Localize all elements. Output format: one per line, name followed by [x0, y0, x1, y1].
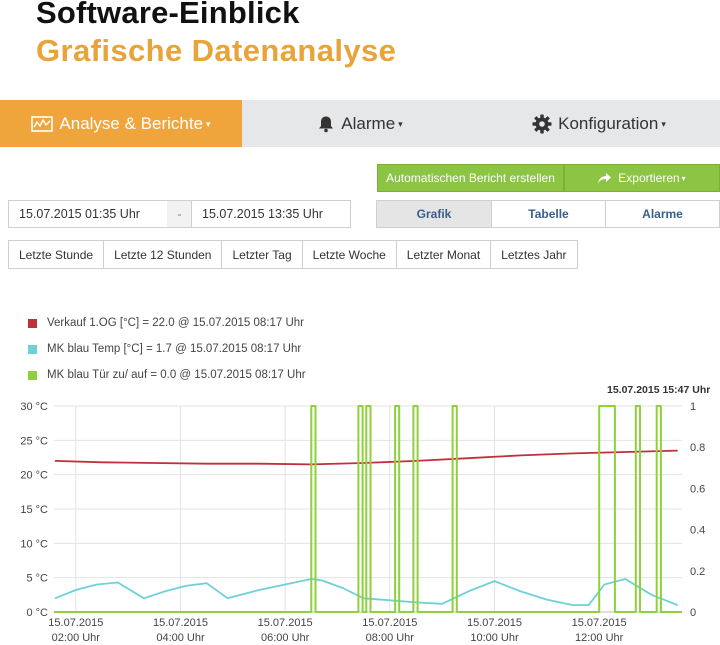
- y-right-tick-label: 0.6: [690, 483, 705, 495]
- auto-report-button[interactable]: Automatischen Bericht erstellen: [377, 164, 564, 192]
- range-letzte-12-stunden[interactable]: Letzte 12 Stunden: [103, 241, 222, 268]
- nav-analyse-berichte[interactable]: Analyse & Berichte ▾: [0, 100, 242, 147]
- legend-item[interactable]: MK blau Temp [°C] = 1.7 @ 15.07.2015 08:…: [28, 336, 306, 362]
- chevron-down-icon: ▾: [398, 119, 403, 129]
- range-letzte-woche[interactable]: Letzte Woche: [301, 241, 396, 268]
- chart-legend: Verkauf 1.OG [°C] = 22.0 @ 15.07.2015 08…: [28, 310, 306, 388]
- range-letzte-stunde[interactable]: Letzte Stunde: [9, 241, 104, 268]
- page-title: Software-Einblick: [36, 0, 300, 30]
- date-to-field[interactable]: 15.07.2015 13:35 Uhr: [191, 200, 351, 228]
- nav-alarme[interactable]: Alarme ▾: [242, 100, 478, 147]
- x-tick-date-label: 15.07.2015: [48, 617, 103, 629]
- x-tick-date-label: 15.07.2015: [572, 617, 627, 629]
- y-right-tick-label: 0: [690, 607, 696, 619]
- range-letzter-tag[interactable]: Letzter Tag: [221, 241, 302, 268]
- x-tick-date-label: 15.07.2015: [153, 617, 208, 629]
- y-left-tick-label: 15 °C: [20, 504, 48, 516]
- tab-alarme[interactable]: Alarme: [605, 201, 719, 227]
- y-right-tick-label: 0.8: [690, 442, 705, 454]
- chevron-down-icon: ▾: [661, 119, 666, 129]
- x-tick-time-label: 04:00 Uhr: [156, 632, 205, 644]
- export-button[interactable]: Exportieren ▾: [564, 164, 720, 192]
- legend-label: MK blau Temp [°C] = 1.7 @ 15.07.2015 08:…: [47, 343, 302, 355]
- legend-swatch: [28, 344, 37, 354]
- tab-tabelle[interactable]: Tabelle: [491, 201, 605, 227]
- page-subtitle: Grafische Datenanalyse: [36, 33, 397, 68]
- legend-item[interactable]: MK blau Tür zu/ auf = 0.0 @ 15.07.2015 0…: [28, 362, 306, 388]
- main-navbar: Analyse & Berichte ▾ Alarme ▾ Konfigurat…: [0, 100, 720, 147]
- range-letzter-monat[interactable]: Letzter Monat: [395, 241, 491, 268]
- x-tick-date-label: 15.07.2015: [258, 617, 313, 629]
- chevron-down-icon: ▾: [681, 173, 686, 183]
- x-tick-time-label: 02:00 Uhr: [52, 632, 101, 644]
- x-tick-time-label: 08:00 Uhr: [366, 632, 415, 644]
- page-heading: Software-Einblick Grafische Datenanalyse: [36, 0, 396, 70]
- legend-item[interactable]: Verkauf 1.OG [°C] = 22.0 @ 15.07.2015 08…: [28, 310, 306, 336]
- x-tick-time-label: 10:00 Uhr: [470, 632, 519, 644]
- nav-konfiguration[interactable]: Konfiguration ▾: [478, 100, 720, 147]
- chevron-down-icon: ▾: [206, 119, 211, 129]
- export-label: Exportieren: [618, 171, 680, 185]
- legend-swatch: [28, 318, 37, 328]
- y-left-tick-label: 5 °C: [26, 573, 48, 585]
- date-from-field[interactable]: 15.07.2015 01:35 Uhr: [8, 200, 168, 228]
- quick-range-bar: Letzte Stunde Letzte 12 Stunden Letzter …: [8, 240, 578, 269]
- range-letztes-jahr[interactable]: Letztes Jahr: [490, 241, 577, 268]
- x-tick-date-label: 15.07.2015: [467, 617, 522, 629]
- y-right-tick-label: 0.4: [690, 525, 705, 537]
- nav-label: Analyse & Berichte: [59, 113, 204, 133]
- y-right-tick-label: 1: [690, 401, 696, 413]
- y-left-tick-label: 30 °C: [20, 401, 48, 413]
- y-left-tick-label: 0 °C: [26, 607, 48, 619]
- chart-icon: [31, 115, 54, 132]
- bell-icon: [317, 115, 335, 133]
- nav-label: Konfiguration: [558, 113, 659, 133]
- sensor-chart[interactable]: 0 °C 5 °C 10 °C 15 °C 20 °C 25 °C 30 °C 0 0.2 0.4…: [0, 395, 720, 645]
- nav-label: Alarme: [341, 113, 396, 133]
- view-tabs: Grafik Tabelle Alarme: [376, 200, 720, 228]
- legend-label: Verkauf 1.OG [°C] = 22.0 @ 15.07.2015 08…: [47, 317, 304, 329]
- y-left-tick-label: 20 °C: [20, 470, 48, 482]
- y-left-tick-label: 10 °C: [20, 538, 48, 550]
- share-icon: [598, 172, 612, 184]
- date-separator: -: [167, 200, 192, 228]
- gear-icon: [532, 114, 552, 134]
- y-right-tick-label: 0.2: [690, 566, 705, 578]
- x-tick-time-label: 06:00 Uhr: [261, 632, 310, 644]
- y-left-tick-label: 25 °C: [20, 435, 48, 447]
- x-tick-time-label: 12:00 Uhr: [575, 632, 624, 644]
- tab-grafik[interactable]: Grafik: [377, 201, 491, 227]
- legend-swatch: [28, 370, 37, 380]
- x-tick-date-label: 15.07.2015: [362, 617, 417, 629]
- legend-label: MK blau Tür zu/ auf = 0.0 @ 15.07.2015 0…: [47, 369, 306, 381]
